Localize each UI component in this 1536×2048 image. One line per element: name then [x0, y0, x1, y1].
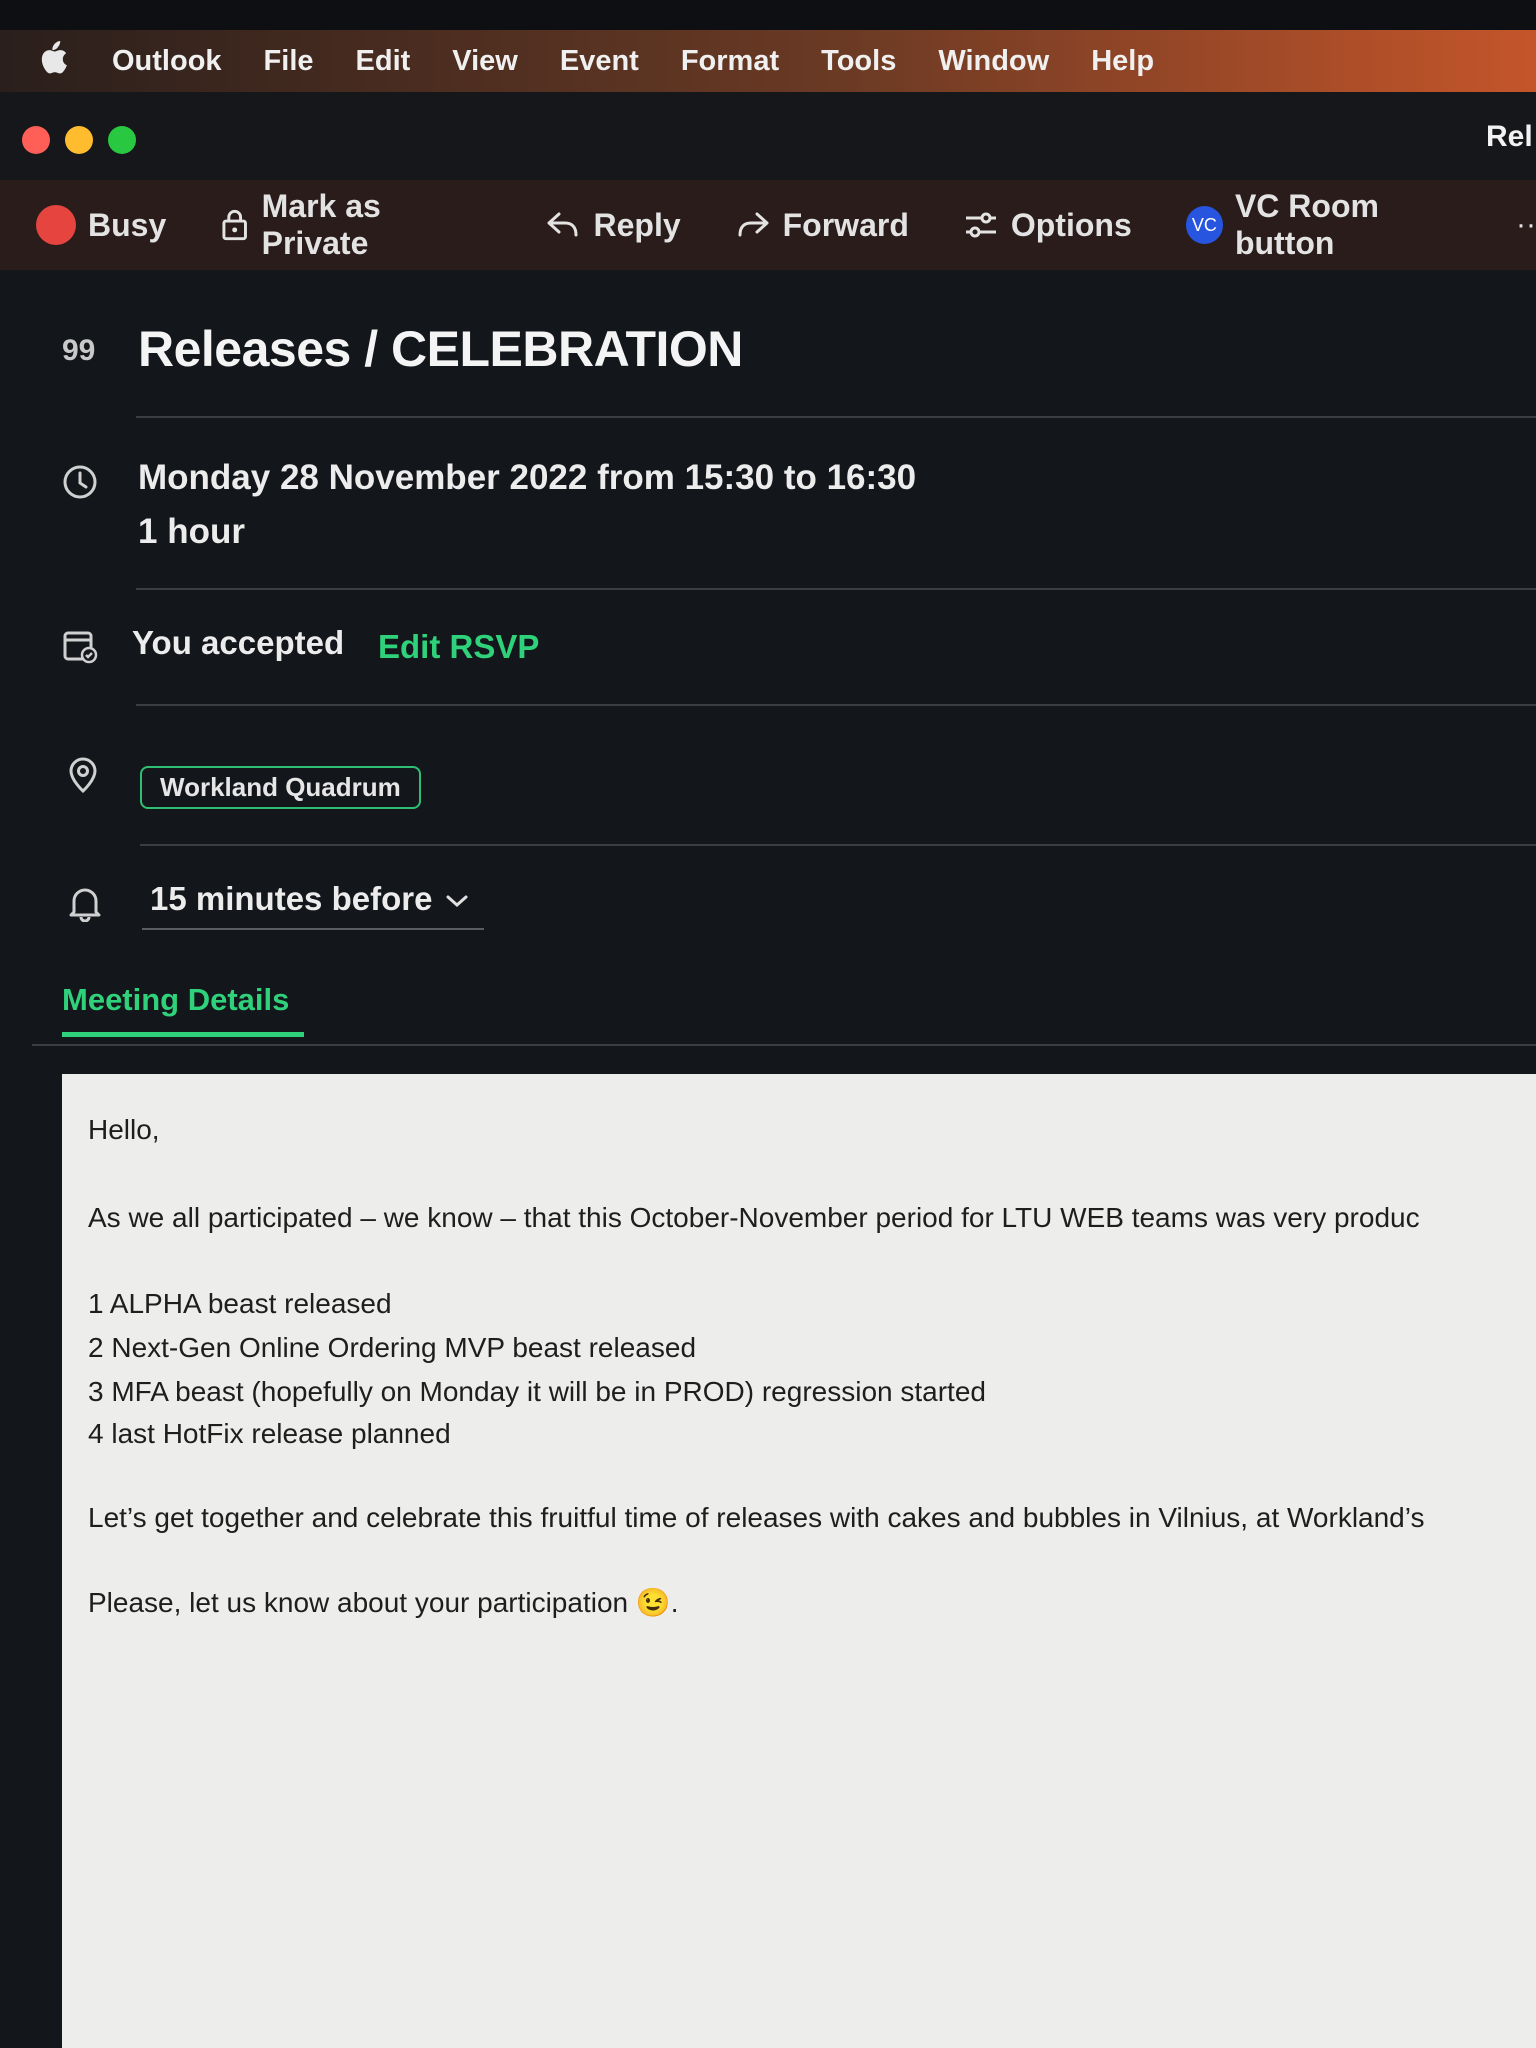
- menu-view[interactable]: View: [452, 45, 518, 78]
- forward-label: Forward: [782, 206, 909, 243]
- menu-event[interactable]: Event: [560, 45, 639, 78]
- menu-edit[interactable]: Edit: [356, 45, 411, 78]
- active-tab-indicator: [62, 1032, 304, 1037]
- options-label: Options: [1010, 206, 1132, 243]
- body-closing: Please, let us know about your participa…: [88, 1587, 679, 1618]
- lock-icon: [222, 209, 248, 241]
- rsvp-status: You accepted: [132, 624, 345, 661]
- body-list-item: 3 MFA beast (hopefully on Monday it will…: [88, 1376, 986, 1407]
- clock-icon: [63, 465, 97, 499]
- body-list-item: 2 Next-Gen Online Ordering MVP beast rel…: [88, 1332, 697, 1363]
- menu-file[interactable]: File: [264, 45, 314, 78]
- event-toolbar: Busy Mark as Private Reply Forward Optio…: [0, 180, 1536, 270]
- vc-room-label: VC Room button: [1234, 188, 1379, 261]
- sliders-icon: [965, 212, 996, 238]
- menu-window[interactable]: Window: [938, 45, 1049, 78]
- location-chip[interactable]: Workland Quadrum: [140, 766, 421, 809]
- reply-icon: [547, 212, 578, 237]
- chevron-down-icon[interactable]: [444, 892, 470, 910]
- vc-badge-icon: VC: [1185, 206, 1223, 244]
- divider: [140, 844, 1536, 846]
- close-window-button[interactable]: [22, 126, 50, 154]
- window-title: Rel: [1486, 120, 1533, 153]
- menu-outlook[interactable]: Outlook: [112, 45, 222, 78]
- body-list-item: 4 last HotFix release planned: [88, 1418, 451, 1449]
- apple-logo-icon[interactable]: [38, 41, 78, 81]
- quote-icon: 99: [62, 334, 96, 367]
- forward-button[interactable]: Forward: [735, 207, 909, 244]
- reminder-underline: [142, 928, 484, 930]
- menu-bar: Outlook File Edit View Event Format Tool…: [0, 30, 1536, 92]
- divider: [136, 416, 1536, 418]
- more-options-icon[interactable]: ··: [1516, 208, 1536, 242]
- event-date-time[interactable]: Monday 28 November 2022 from 15:30 to 16…: [138, 458, 916, 498]
- minimize-window-button[interactable]: [65, 126, 93, 154]
- busy-button[interactable]: Busy: [36, 205, 166, 245]
- reply-label: Reply: [593, 206, 681, 243]
- body-intro: As we all participated – we know – that …: [88, 1202, 1420, 1233]
- window-titlebar: [0, 92, 1536, 180]
- mark-private-label: Mark as Private: [261, 188, 381, 261]
- mark-private-button[interactable]: Mark as Private: [220, 188, 491, 262]
- calendar-check-icon: [63, 631, 98, 664]
- menu-tools[interactable]: Tools: [821, 45, 896, 78]
- options-button[interactable]: Options: [963, 207, 1132, 244]
- event-duration: 1 hour: [138, 512, 245, 551]
- divider: [136, 704, 1536, 706]
- body-celebrate: Let’s get together and celebrate this fr…: [88, 1502, 1425, 1533]
- busy-label: Busy: [88, 206, 167, 243]
- menu-format[interactable]: Format: [681, 45, 779, 78]
- zoom-window-button[interactable]: [108, 126, 136, 154]
- divider: [136, 588, 1536, 590]
- tab-meeting-details[interactable]: Meeting Details: [62, 982, 289, 1018]
- reminder-dropdown[interactable]: 15 minutes before: [150, 880, 432, 918]
- forward-icon: [738, 212, 769, 237]
- menu-help[interactable]: Help: [1091, 45, 1154, 78]
- tab-divider: [32, 1044, 1536, 1046]
- body-greeting: Hello,: [88, 1114, 160, 1145]
- busy-status-icon: [36, 205, 76, 245]
- vc-room-button[interactable]: VC VC Room button: [1185, 188, 1482, 262]
- event-subject[interactable]: Releases / CELEBRATION: [138, 320, 743, 378]
- location-pin-icon: [69, 757, 97, 794]
- reply-button[interactable]: Reply: [545, 206, 681, 244]
- bell-icon: [69, 888, 101, 922]
- body-list-item: 1 ALPHA beast released: [88, 1288, 392, 1319]
- edit-rsvp-link[interactable]: Edit RSVP: [378, 628, 539, 666]
